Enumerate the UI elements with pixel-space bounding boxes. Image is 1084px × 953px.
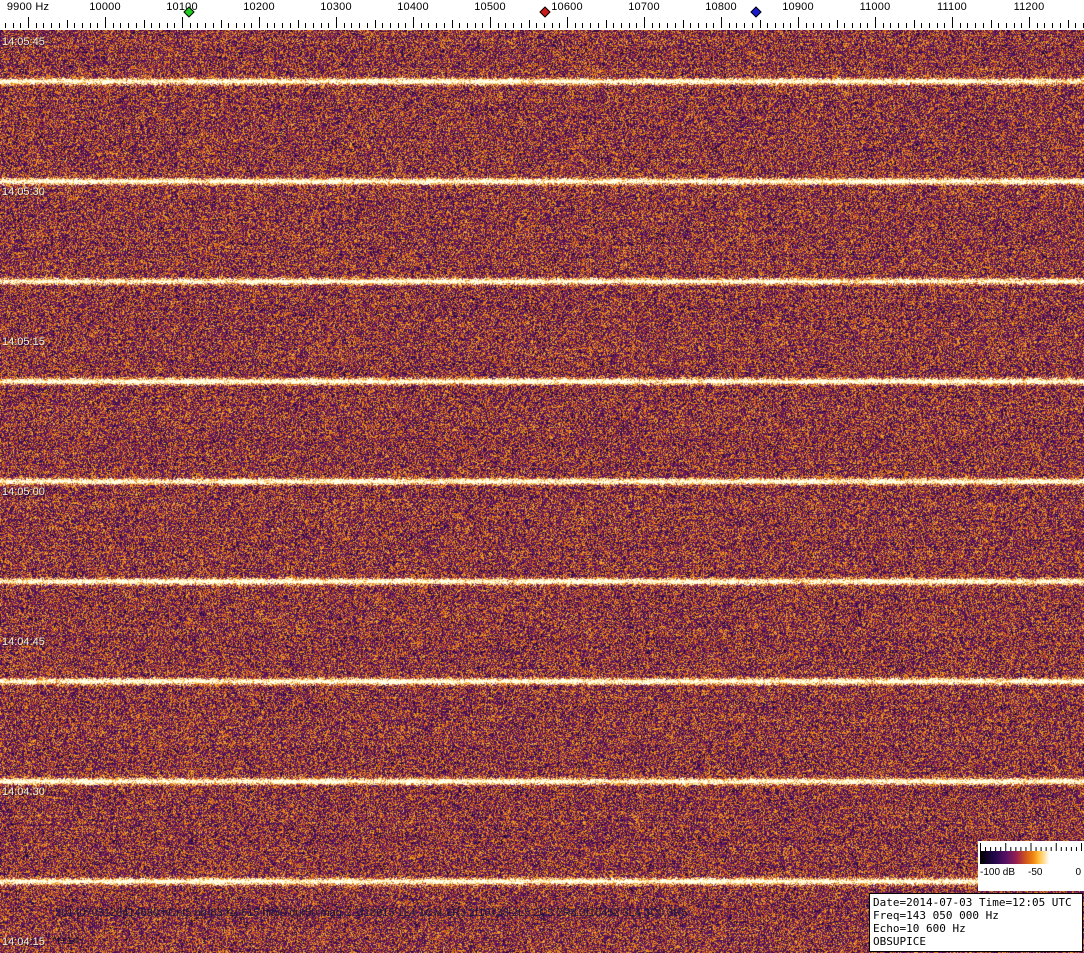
time-axis-label: 14:05:00 (2, 486, 45, 498)
info-line: Echo=10 600 Hz (873, 922, 966, 935)
colorbar-label-mid: -50 (1028, 867, 1043, 878)
info-box: Date=2014-07-03 Time=12:05 UTC Freq=143 0… (869, 893, 1083, 952)
colorbar-label-max: 0 (1075, 867, 1081, 878)
time-axis-label: 14:04:15 (2, 936, 45, 948)
frequency-tick-label: 11100 (937, 1, 967, 13)
event-annotation: 20140703120414680 hCnt5 nb-83 f10615 hit… (55, 907, 688, 919)
frequency-tick-label: 9900 Hz (6, 1, 50, 13)
frequency-tick-label: 10600 (551, 1, 583, 13)
colorbar-gradient (980, 851, 1082, 864)
frequency-tick-label: 10900 (782, 1, 814, 13)
frequency-tick-label: 10300 (320, 1, 352, 13)
spectrogram-canvas (0, 30, 1084, 953)
time-axis-label: 14:05:15 (2, 336, 45, 348)
frequency-tick-label: 10200 (243, 1, 275, 13)
frequency-tick-label: 10700 (628, 1, 660, 13)
colorbar: -100 dB -50 0 (978, 841, 1084, 891)
frequency-tick-label: 10500 (474, 1, 506, 13)
time-axis-label: 14:04:30 (2, 786, 45, 798)
frequency-tick-label: 10000 (89, 1, 121, 13)
spectrogram-area: 14:05:45 14:05:30 14:05:15 14:05:00 14:04:45… (0, 30, 1084, 953)
time-axis-label: 14:04:45 (2, 636, 45, 648)
colorbar-ticks-icon (980, 843, 1082, 851)
time-axis-label: 14:05:30 (2, 186, 45, 198)
frequency-tick-label: 10400 (397, 1, 429, 13)
time-cursor-annotation: ^t+14 (52, 935, 79, 947)
colorbar-label-min: -100 dB (980, 867, 1016, 878)
time-axis-label: 14:05:45 (2, 36, 45, 48)
frequency-tick-label: 10800 (705, 1, 737, 13)
frequency-tick-label: 11000 (859, 1, 891, 13)
spectrogram-app-window: 9900 Hz 10000 10100 10200 10300 10400 10500 106… (0, 0, 1084, 953)
frequency-tick-label: 11200 (1013, 1, 1045, 13)
frequency-ruler: 9900 Hz 10000 10100 10200 10300 10400 10500 106… (0, 0, 1084, 30)
info-line: OBSUPICE (873, 935, 926, 948)
info-line: Freq=143 050 000 Hz (873, 909, 999, 922)
info-line: Date=2014-07-03 Time=12:05 UTC (873, 896, 1072, 909)
